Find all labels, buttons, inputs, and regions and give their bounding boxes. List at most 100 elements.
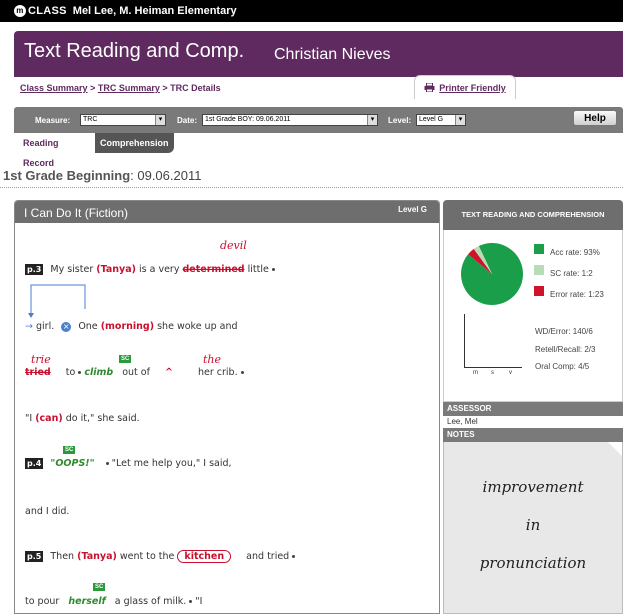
page-marker: p.5 xyxy=(25,551,44,562)
passage-text: girl. xyxy=(36,321,55,332)
self-corrected-word: "OOPS!" xyxy=(50,458,95,469)
breadcrumb-bar: Class Summary > TRC Summary > TRC Detail… xyxy=(14,75,623,99)
passage-text: "Let me help you," I said, xyxy=(111,458,232,469)
self-corrected-word: herself xyxy=(68,596,106,607)
passage-text: to pour xyxy=(25,596,60,607)
passage-text: went to the xyxy=(119,551,175,562)
legend-swatch-error xyxy=(534,286,544,296)
passage-level: Level G xyxy=(398,205,427,214)
date-label: Date: xyxy=(177,116,198,125)
passage-line: p.5 Then (Tanya) went to the kitchen and… xyxy=(25,550,296,563)
breadcrumb-trc-summary[interactable]: TRC Summary xyxy=(98,83,160,93)
breadcrumb-separator: > xyxy=(162,83,168,93)
assessor-name: Lee, Mel xyxy=(443,416,623,428)
level-value: Level G xyxy=(419,116,444,123)
passage-line: → girl. × One (morning) she woke up and xyxy=(25,321,238,332)
note-line: pronunciation xyxy=(479,554,587,572)
printer-friendly-link[interactable]: Printer Friendly xyxy=(414,75,516,99)
repeat-marker-icon xyxy=(28,284,86,318)
passage-line: and I did. xyxy=(25,506,69,517)
notes-box[interactable]: improvement in pronunciation xyxy=(443,442,623,614)
accuracy-rate: Acc rate: 93% xyxy=(550,248,600,257)
word-dot xyxy=(105,462,109,465)
word-dot xyxy=(271,268,275,271)
trc-stats: Acc rate: 93% SC rate: 1:2 Error rate: 1… xyxy=(443,230,623,402)
error-word: (Tanya) xyxy=(77,551,117,562)
page-marker: p.3 xyxy=(25,264,44,275)
brand-logo[interactable]: m CLASS xyxy=(14,5,67,17)
handwritten-insertion: the xyxy=(203,353,222,366)
date-select[interactable]: 1st Grade BOY: 09.06.2011 ▾ xyxy=(202,114,378,126)
note-line: in xyxy=(525,516,541,534)
passage-text: little xyxy=(247,264,269,275)
error-word: (morning) xyxy=(100,321,155,332)
passage-text: to xyxy=(65,367,76,378)
oral-comp-stat: Oral Comp: 4/5 xyxy=(535,362,590,371)
word-dot xyxy=(189,600,193,603)
tab-reading-record[interactable]: Reading Record xyxy=(18,133,64,168)
passage-line: "I (can) do it," she said. xyxy=(25,413,140,424)
printer-friendly-label: Printer Friendly xyxy=(439,82,506,93)
msv-mini-chart: m s v xyxy=(464,314,522,376)
passage-text: and tried xyxy=(246,551,290,562)
level-label: Level: xyxy=(388,116,412,125)
passage-text: and I did. xyxy=(25,506,70,517)
page-title: Text Reading and Comp. xyxy=(24,40,245,62)
passage-text: her crib. xyxy=(198,367,238,378)
assessor-heading: ASSESSOR xyxy=(443,402,623,416)
passage-text: out of xyxy=(122,367,150,378)
axis-label-s: s xyxy=(491,370,494,376)
page-frame: Text Reading and Comp. Christian Nieves … xyxy=(0,22,623,614)
results-panel: TEXT READING AND COMPREHENSION Acc rate:… xyxy=(443,200,623,614)
retell-stat: Retell/Recall: 2/3 xyxy=(535,345,596,354)
help-button[interactable]: Help xyxy=(573,110,617,126)
divider xyxy=(0,187,623,188)
level-select[interactable]: Level G ▾ xyxy=(416,114,466,126)
error-word: (Tanya) xyxy=(96,264,136,275)
error-word: (can) xyxy=(35,413,63,424)
passage-text: My sister xyxy=(50,264,94,275)
measure-label: Measure: xyxy=(35,116,71,125)
assessment-period: 1st Grade Beginning xyxy=(3,168,131,183)
passage-line: p.3 My sister (Tanya) is a very determin… xyxy=(25,264,275,275)
passage-text: is a very xyxy=(139,264,180,275)
passage-line: p.4 "OOPS!" "Let me help you," I said, xyxy=(25,458,232,469)
passage-title: I Can Do It (Fiction) xyxy=(24,206,129,220)
passage-text: Then xyxy=(50,551,75,562)
page-fold-icon xyxy=(608,442,622,456)
sc-badge: SC xyxy=(63,446,76,454)
assessment-heading: 1st Grade Beginning: 09.06.2011 xyxy=(3,168,201,183)
measure-value: TRC xyxy=(83,116,98,123)
breadcrumb: Class Summary > TRC Summary > TRC Detail… xyxy=(20,83,221,93)
chevron-down-icon: ▾ xyxy=(455,115,465,125)
measure-select[interactable]: TRC ▾ xyxy=(80,114,166,126)
struck-word: tried xyxy=(25,367,51,378)
school-name: Mel Lee, M. Heiman Elementary xyxy=(72,5,237,17)
axis-label-v: v xyxy=(509,370,512,376)
breadcrumb-class-summary[interactable]: Class Summary xyxy=(20,83,88,93)
accuracy-pie-chart xyxy=(461,243,523,305)
passage-text: a glass of milk. xyxy=(114,596,187,607)
reading-record-panel: I Can Do It (Fiction) Level G devil p.3 … xyxy=(14,200,440,614)
student-name: Christian Nieves xyxy=(274,46,391,63)
app-header: Text Reading and Comp. Christian Nieves xyxy=(14,31,623,77)
word-dot xyxy=(240,371,244,374)
page-marker: p.4 xyxy=(25,458,44,469)
close-circle-icon: × xyxy=(61,322,72,332)
tab-comprehension[interactable]: Comprehension xyxy=(95,133,174,153)
handwritten-substitution: devil xyxy=(220,239,247,252)
printer-icon xyxy=(424,83,435,92)
passage-text: do it," she said. xyxy=(65,413,140,424)
passage-line: tried to climb out of ^ her crib. xyxy=(25,367,244,378)
passage-line: to pour herself a glass of milk. "I xyxy=(25,596,202,607)
top-bar: m CLASS Mel Lee, M. Heiman Elementary xyxy=(0,0,623,22)
insertion-caret: ^ xyxy=(165,367,173,378)
error-rate: Error rate: 1:23 xyxy=(550,290,604,299)
chevron-down-icon: ▾ xyxy=(155,115,165,125)
handwritten-substitution: trie xyxy=(31,353,51,366)
brand-text: CLASS xyxy=(28,5,67,17)
chevron-down-icon: ▾ xyxy=(367,115,377,125)
passage-text: One xyxy=(78,321,98,332)
sc-badge: SC xyxy=(119,355,132,363)
note-line: improvement xyxy=(482,478,584,496)
